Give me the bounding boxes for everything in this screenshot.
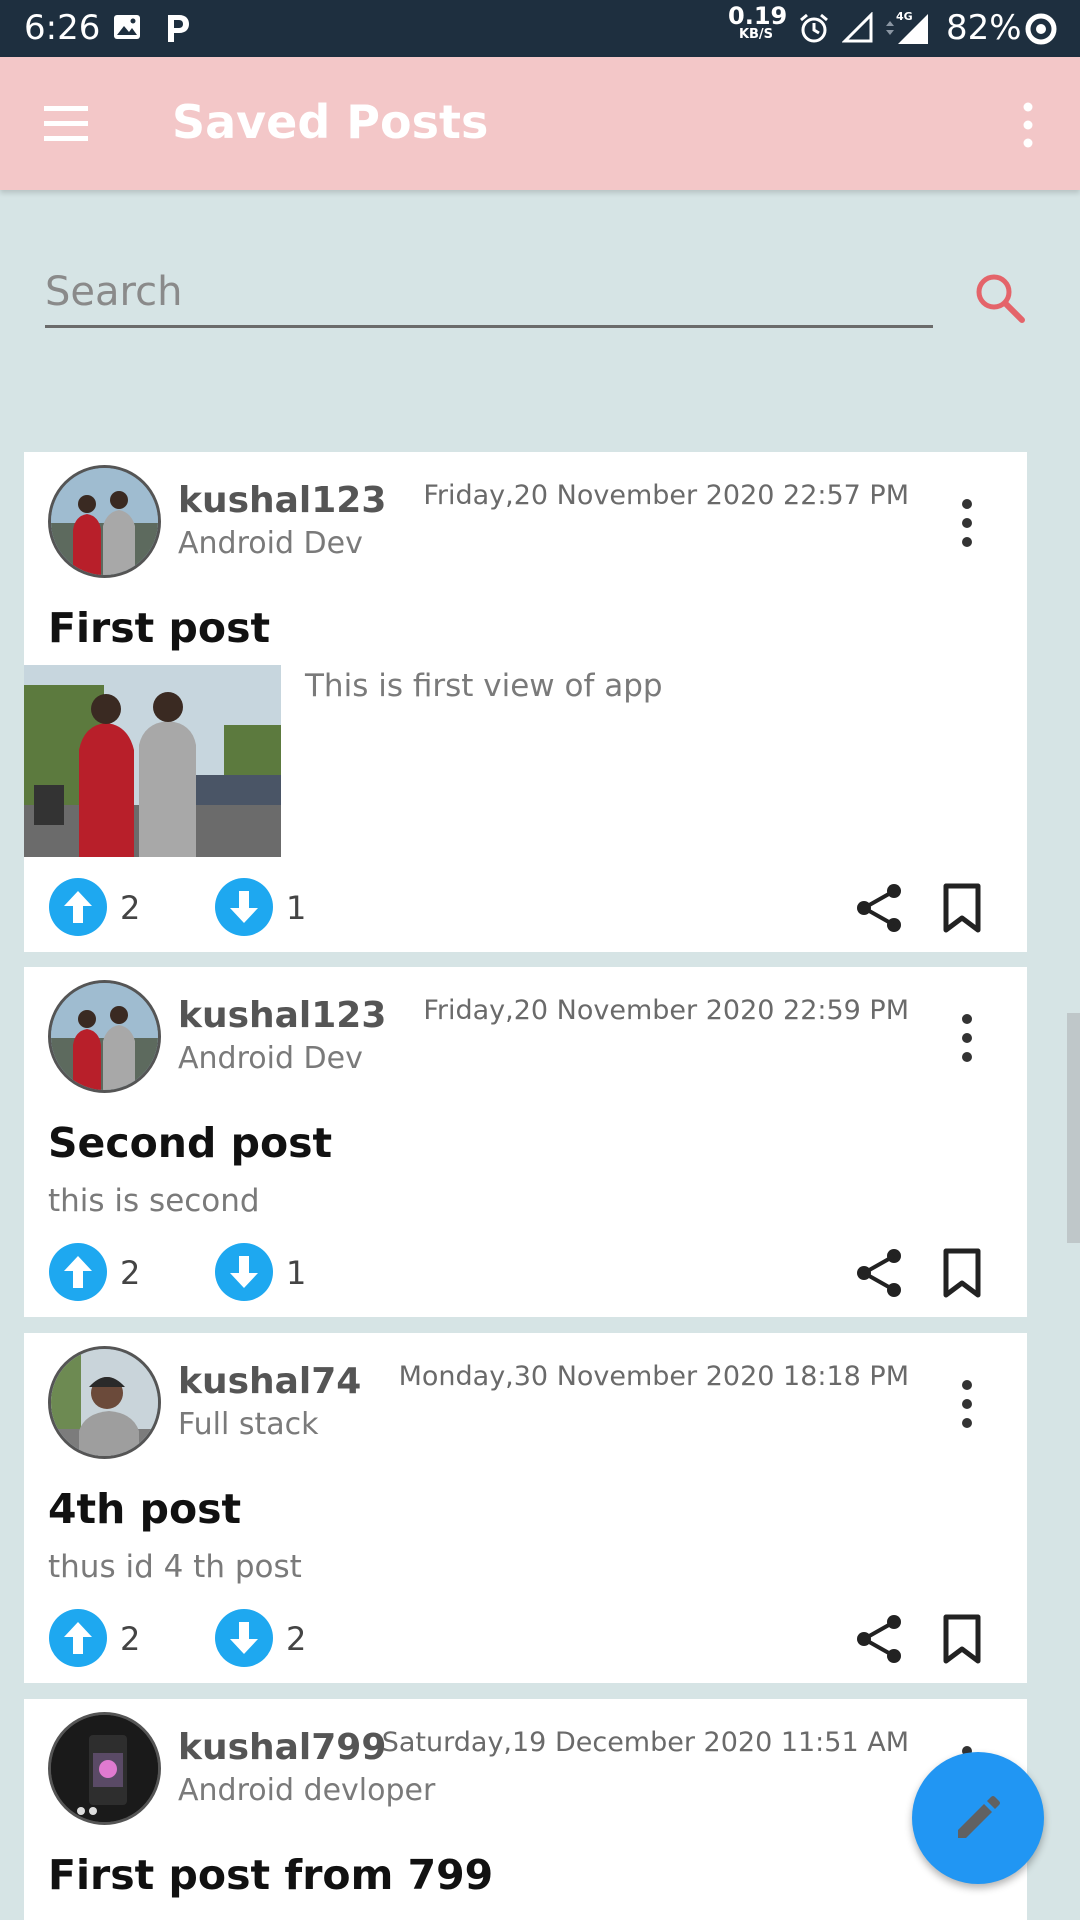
- post-user-role: Full stack: [178, 1407, 319, 1442]
- post-username[interactable]: kushal799: [178, 1727, 386, 1768]
- post-user-role: Android devloper: [178, 1773, 436, 1808]
- downvote-icon[interactable]: [214, 1242, 274, 1302]
- downvote-count: 1: [286, 1254, 307, 1292]
- post-actions: 2 2: [24, 1608, 1027, 1674]
- edit-pencil-icon: [958, 1796, 1000, 1838]
- search-icon[interactable]: [970, 268, 1030, 328]
- post-actions: 2 1: [24, 1242, 1027, 1308]
- search-field: [45, 262, 933, 328]
- post-timestamp: Friday,20 November 2020 22:57 PM: [423, 480, 909, 511]
- post-card[interactable]: kushal74 Full stack Monday,30 November 2…: [24, 1333, 1027, 1683]
- battery-level: 82%: [946, 8, 1022, 48]
- battery-circle-icon: [1024, 12, 1058, 50]
- downvote-icon[interactable]: [214, 1608, 274, 1668]
- post-timestamp: Saturday,19 December 2020 11:51 AM: [381, 1727, 909, 1758]
- status-bar: 6:26 0.19 KB/S 4G 82%: [0, 0, 1080, 57]
- post-username[interactable]: kushal123: [178, 995, 386, 1036]
- post-timestamp: Friday,20 November 2020 22:59 PM: [423, 995, 909, 1026]
- upvote-count: 2: [120, 889, 141, 927]
- bookmark-icon[interactable]: [940, 1613, 984, 1665]
- app-bar: Saved Posts: [0, 57, 1080, 190]
- more-vertical-icon[interactable]: [954, 1378, 980, 1430]
- post-title: First post from 799: [48, 1851, 494, 1899]
- alarm-icon: [798, 12, 830, 48]
- scrollbar[interactable]: [1067, 1013, 1080, 1243]
- post-user-role: Android Dev: [178, 526, 363, 561]
- avatar[interactable]: [48, 980, 161, 1093]
- upvote-count: 2: [120, 1620, 141, 1658]
- avatar[interactable]: [48, 1712, 161, 1825]
- svg-text:4G: 4G: [896, 10, 913, 23]
- signal-4g-icon: 4G: [882, 8, 930, 50]
- page-title: Saved Posts: [172, 95, 489, 149]
- post-card[interactable]: kushal123 Android Dev Friday,20 November…: [24, 967, 1027, 1317]
- more-vertical-icon[interactable]: [1012, 99, 1044, 151]
- signal-empty-icon: [841, 11, 874, 48]
- post-body: thus id 4 th post: [48, 1549, 302, 1585]
- post-card[interactable]: kushal123 Android Dev Friday,20 November…: [24, 452, 1027, 952]
- post-image[interactable]: [24, 665, 281, 857]
- post-user-role: Android Dev: [178, 1041, 363, 1076]
- post-body: this is second: [48, 1183, 260, 1219]
- post-username[interactable]: kushal123: [178, 480, 386, 521]
- share-icon[interactable]: [854, 1247, 906, 1299]
- upvote-icon[interactable]: [48, 877, 108, 937]
- share-icon[interactable]: [854, 1613, 906, 1665]
- gallery-icon: [112, 12, 142, 46]
- parking-app-icon: [164, 12, 192, 48]
- post-title: Second post: [48, 1119, 333, 1167]
- more-vertical-icon[interactable]: [954, 1012, 980, 1064]
- post-body: This is first view of app: [305, 668, 663, 704]
- downvote-icon[interactable]: [214, 877, 274, 937]
- hamburger-menu-icon[interactable]: [40, 102, 92, 146]
- compose-fab-button[interactable]: [912, 1752, 1044, 1884]
- post-title: First post: [48, 604, 271, 652]
- upvote-icon[interactable]: [48, 1242, 108, 1302]
- avatar[interactable]: [48, 465, 161, 578]
- status-time: 6:26: [24, 8, 101, 48]
- upvote-icon[interactable]: [48, 1608, 108, 1668]
- post-timestamp: Monday,30 November 2020 18:18 PM: [398, 1361, 909, 1392]
- avatar[interactable]: [48, 1346, 161, 1459]
- post-username[interactable]: kushal74: [178, 1361, 361, 1402]
- bookmark-icon[interactable]: [940, 1247, 984, 1299]
- search-input[interactable]: [45, 262, 933, 322]
- post-title: 4th post: [48, 1485, 242, 1533]
- more-vertical-icon[interactable]: [954, 497, 980, 549]
- downvote-count: 1: [286, 889, 307, 927]
- bookmark-icon[interactable]: [940, 882, 984, 934]
- network-speed: 0.19 KB/S: [728, 2, 788, 42]
- downvote-count: 2: [286, 1620, 307, 1658]
- post-actions: 2 1: [24, 877, 1027, 943]
- share-icon[interactable]: [854, 882, 906, 934]
- upvote-count: 2: [120, 1254, 141, 1292]
- post-card[interactable]: kushal799 Android devloper Saturday,19 D…: [24, 1699, 1027, 1920]
